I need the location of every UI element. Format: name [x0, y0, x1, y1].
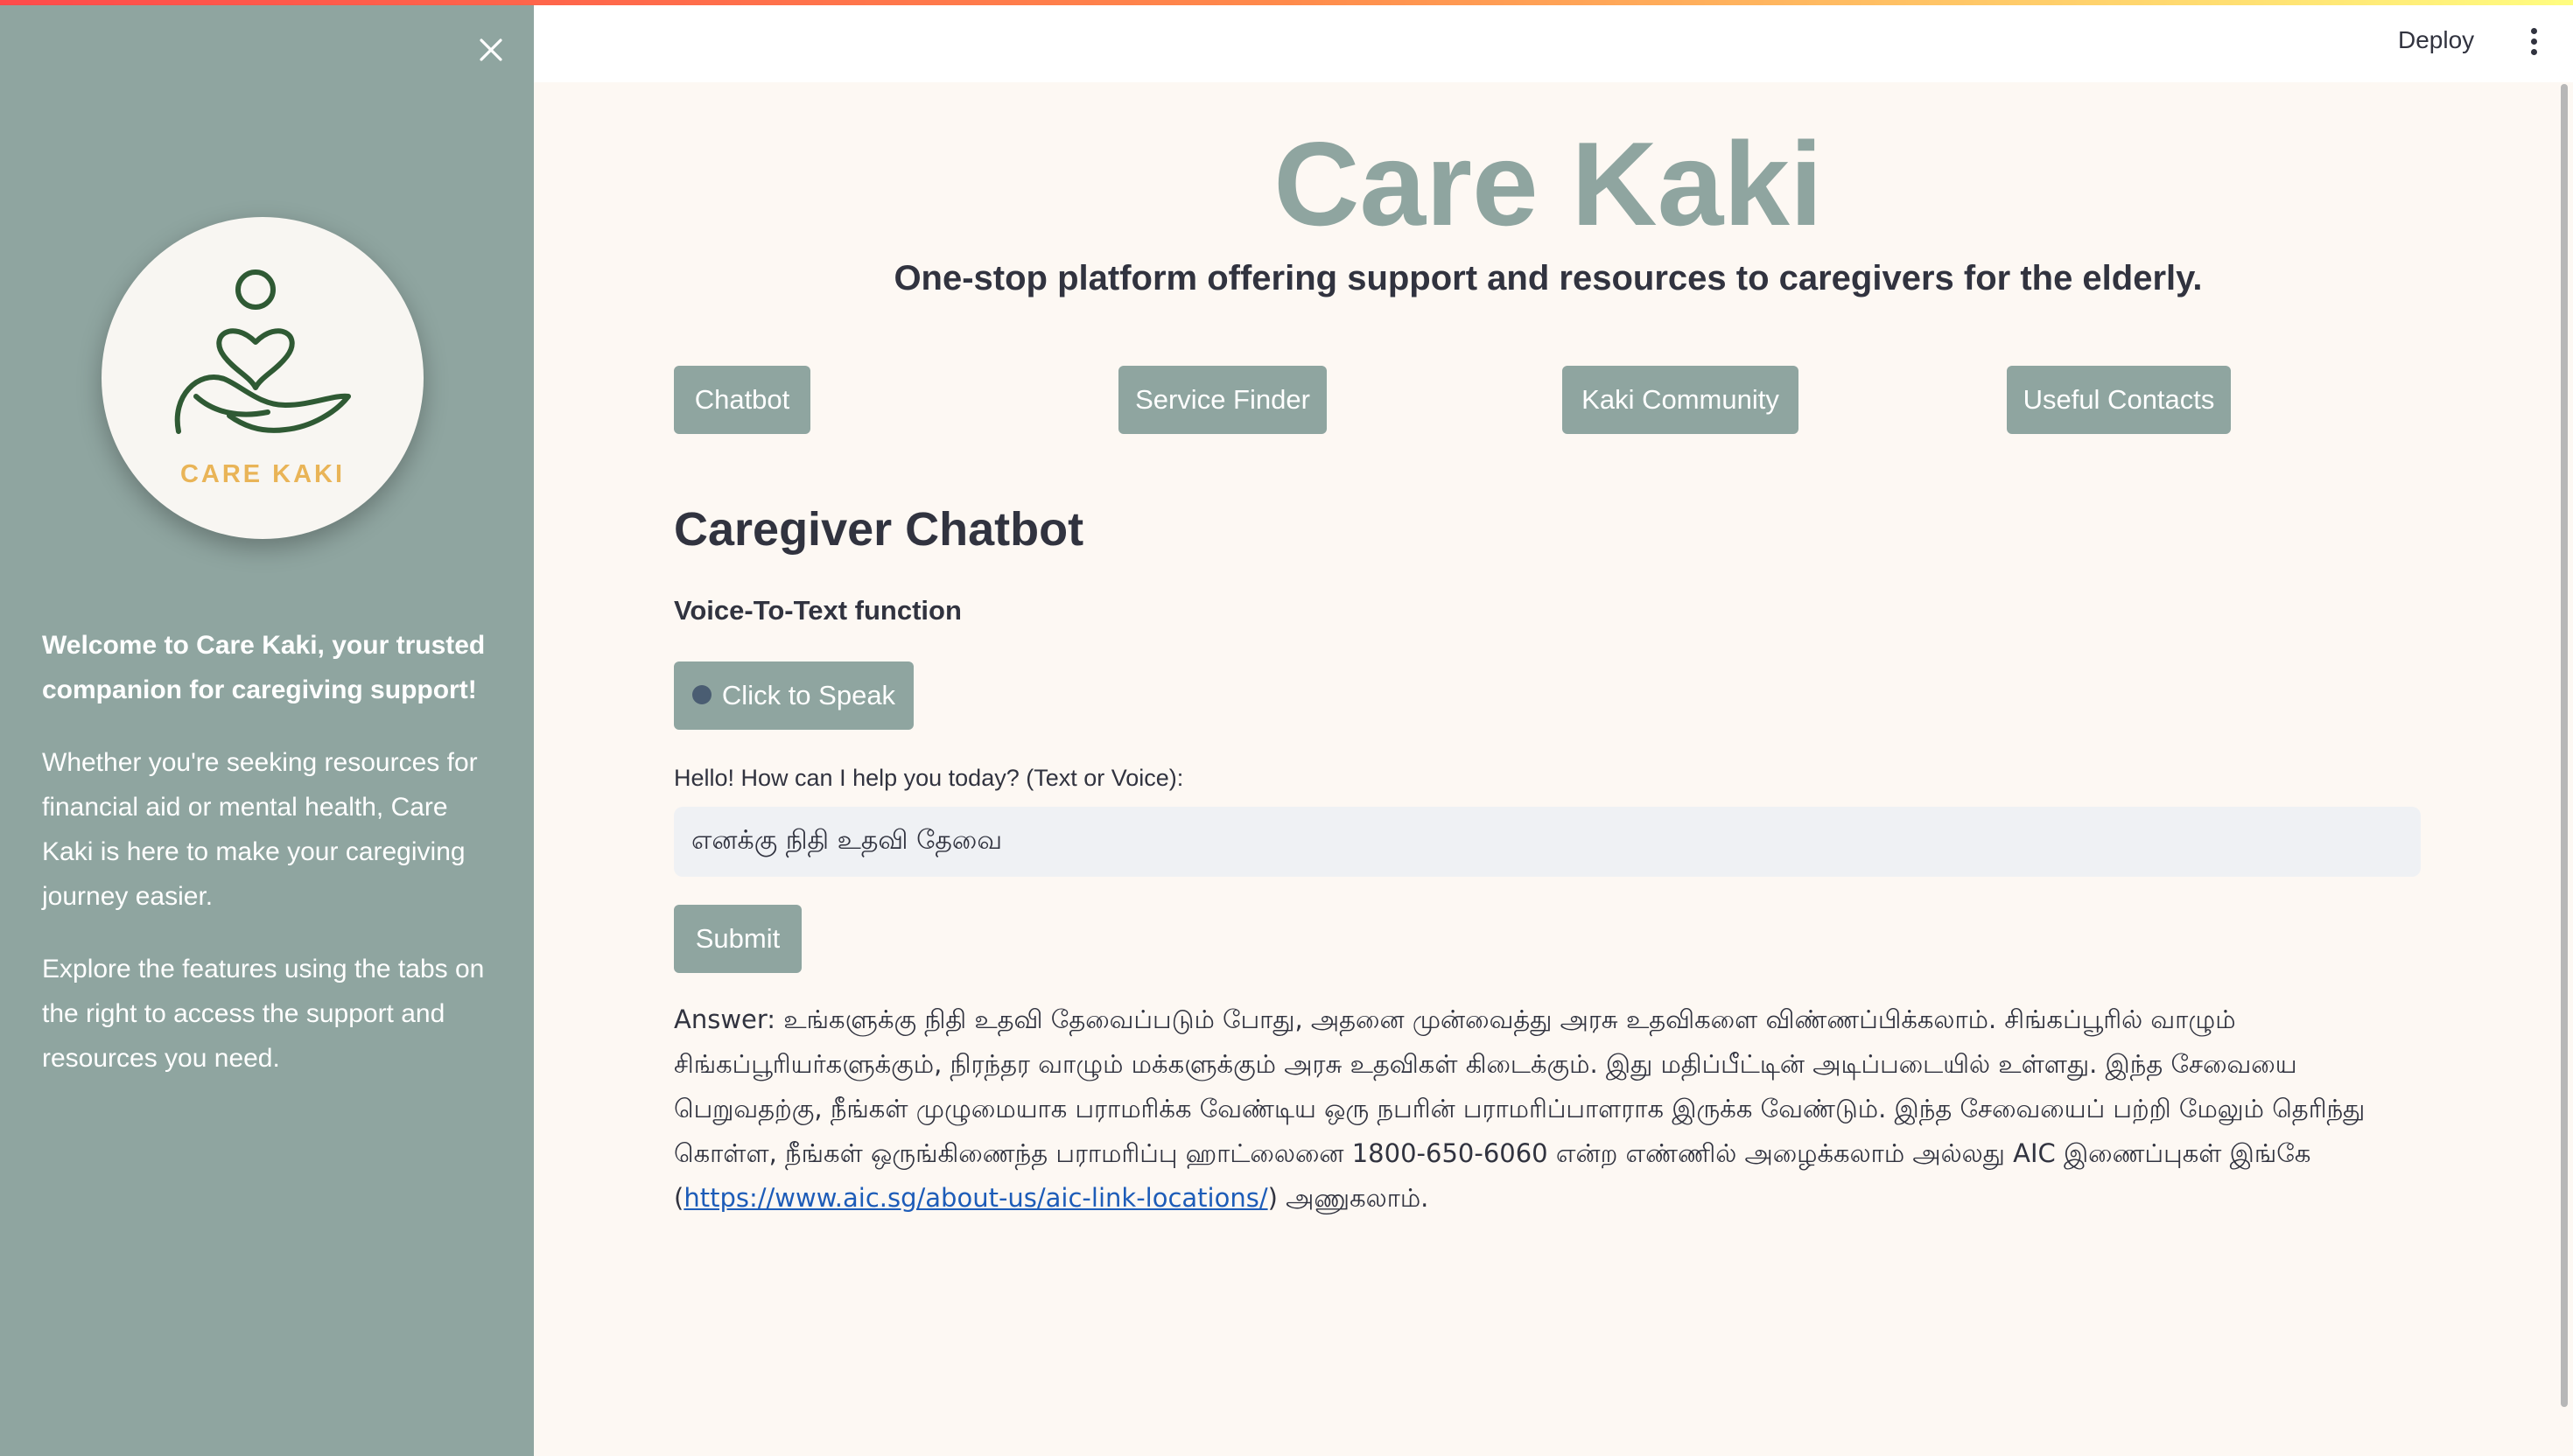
app-header [534, 5, 2573, 82]
answer-text: Answer: உங்களுக்கு நிதி உதவி தேவைப்படும்… [674, 1004, 2366, 1213]
voice-heading: Voice-To-Text function [674, 595, 962, 626]
chat-input-label: Hello! How can I help you today? (Text o… [674, 765, 1184, 791]
aic-link[interactable]: https://www.aic.sg/about-us/aic-link-loc… [684, 1183, 1267, 1213]
page-subtitle: One-stop platform offering support and r… [894, 259, 2203, 298]
submit-button[interactable]: Submit [674, 905, 802, 973]
sidebar-welcome-text: Welcome to Care Kaki, your trusted compa… [42, 631, 486, 704]
tab-service-finder[interactable]: Service Finder [1118, 366, 1327, 434]
section-title: Caregiver Chatbot [674, 503, 1084, 556]
tab-chatbot[interactable]: Chatbot [674, 366, 810, 434]
click-to-speak-button[interactable]: Click to Speak [674, 662, 914, 730]
care-kaki-logo: CARE KAKI [102, 217, 424, 539]
sidebar-description: Whether you're seeking resources for fin… [42, 748, 478, 911]
chatbot-answer: Answer: உங்களுக்கு நிதி உதவி தேவைப்படும்… [674, 998, 2389, 1221]
answer-tail: ) அணுகலாம். [1267, 1183, 1429, 1213]
sidebar-instructions: Explore the features using the tabs on t… [42, 955, 485, 1073]
kebab-menu-icon[interactable] [2520, 28, 2547, 63]
speaking-head-icon [691, 684, 712, 704]
close-icon[interactable] [473, 32, 509, 68]
top-decoration-bar [0, 0, 2573, 5]
chat-input[interactable] [674, 807, 2421, 877]
logo-text: CARE KAKI [179, 460, 346, 488]
deploy-button[interactable]: Deploy [2398, 26, 2474, 54]
tab-useful-contacts[interactable]: Useful Contacts [2007, 366, 2231, 434]
page-title: Care Kaki [1273, 117, 1823, 250]
speak-button-label: Click to Speak [721, 680, 896, 710]
caring-hand-icon [174, 270, 351, 434]
sidebar: CARE KAKI Welcome to Care Kaki, your tru… [0, 0, 534, 1456]
tab-kaki-community[interactable]: Kaki Community [1562, 366, 1798, 434]
